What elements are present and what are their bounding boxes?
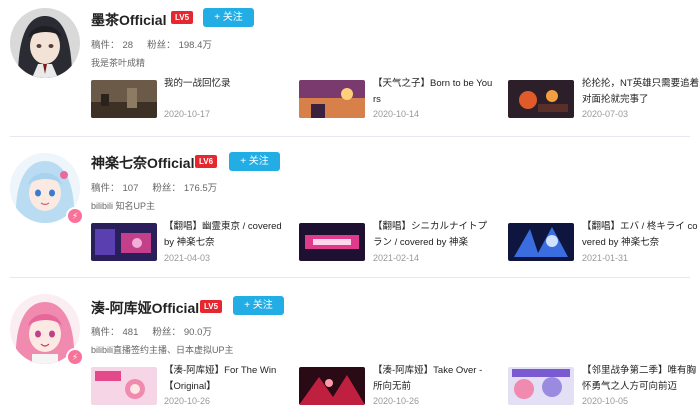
- username[interactable]: 神楽七奈Official: [91, 153, 194, 173]
- video-date: 2020-10-14: [373, 109, 420, 119]
- user-card: ⚡ 湊-阿库娅Official LV5 + 关注 稿件： 481 粉丝： 90.0万 …: [0, 278, 700, 416]
- fans-count: 198.4万: [178, 40, 212, 51]
- video-title[interactable]: 抡抡抡，NT英雄只需要追着对面抡就完事了: [582, 76, 700, 108]
- username[interactable]: 墨茶Official: [91, 10, 166, 30]
- posts-label: 稿件：: [91, 183, 120, 194]
- user-stats: 稿件： 481 粉丝： 90.0万: [91, 324, 215, 338]
- video-thumbnail[interactable]: [91, 223, 157, 261]
- video-title[interactable]: 【翻唱】エバ / 柊キライ covered by 神楽七奈: [582, 219, 700, 251]
- fans-count: 176.5万: [183, 183, 218, 194]
- user-signature: bilibili直播签约主播、日本虚拟UP主: [91, 345, 234, 355]
- video-thumbnail[interactable]: [299, 80, 365, 118]
- video-title[interactable]: 【翻唱】幽霊東京 / covered by 神楽七奈: [164, 219, 284, 251]
- posts-label: 稿件：: [91, 40, 120, 51]
- fans-label: 粉丝：: [147, 40, 176, 51]
- video-thumbnail[interactable]: [508, 367, 574, 405]
- level-badge: LV6: [195, 155, 218, 168]
- video-title[interactable]: 【湊-阿库娅】Take Over - 所向无前: [373, 363, 493, 395]
- level-badge: LV5: [200, 300, 223, 313]
- video-title[interactable]: 【湊-阿库娅】For The Win【Original】: [164, 363, 284, 395]
- user-card: 墨茶Official LV5 + 关注 稿件： 28 粉丝： 198.4万 我是茶叶成…: [0, 0, 700, 136]
- fans-label: 粉丝：: [152, 183, 181, 194]
- user-stats: 稿件： 107 粉丝： 176.5万: [91, 180, 220, 194]
- posts-count: 107: [122, 183, 139, 194]
- video-title[interactable]: 【翻唱】シニカルナイトプラン / covered by 神楽: [373, 219, 493, 251]
- video-thumbnail[interactable]: [508, 80, 574, 118]
- video-title[interactable]: 【邻里战争第二季】唯有胸怀勇气之人方可向前迈: [582, 363, 700, 395]
- verified-badge-icon: ⚡: [66, 207, 84, 225]
- video-date: 2020-10-26: [164, 396, 211, 406]
- follow-button[interactable]: + 关注: [233, 296, 284, 315]
- video-date: 2020-10-05: [582, 396, 629, 406]
- video-thumbnail[interactable]: [91, 80, 157, 118]
- user-signature: bilibili 知名UP主: [91, 201, 156, 211]
- video-date: 2021-02-14: [373, 253, 420, 263]
- video-date: 2020-10-17: [164, 109, 211, 119]
- video-date: 2021-04-03: [164, 253, 211, 263]
- video-title[interactable]: 我的一战回忆录: [164, 76, 284, 92]
- posts-count: 481: [122, 327, 139, 338]
- video-thumbnail[interactable]: [508, 223, 574, 261]
- follow-button[interactable]: + 关注: [229, 152, 280, 171]
- posts-count: 28: [122, 40, 134, 51]
- level-badge: LV5: [171, 11, 194, 24]
- video-thumbnail[interactable]: [91, 367, 157, 405]
- video-title[interactable]: 【天气之子】Born to be Yours: [373, 76, 493, 108]
- video-date: 2020-07-03: [582, 109, 629, 119]
- username[interactable]: 湊-阿库娅Official: [91, 298, 199, 318]
- avatar[interactable]: [10, 8, 80, 78]
- video-date: 2020-10-26: [373, 396, 420, 406]
- verified-badge-icon: ⚡: [66, 348, 84, 366]
- user-signature: 我是茶叶成精: [91, 58, 146, 68]
- user-stats: 稿件： 28 粉丝： 198.4万: [91, 37, 215, 51]
- posts-label: 稿件：: [91, 327, 120, 338]
- fans-count: 90.0万: [183, 327, 212, 338]
- video-thumbnail[interactable]: [299, 223, 365, 261]
- fans-label: 粉丝：: [152, 327, 181, 338]
- video-thumbnail[interactable]: [299, 367, 365, 405]
- follow-button[interactable]: + 关注: [203, 8, 254, 27]
- user-card: ⚡ 神楽七奈Official LV6 + 关注 稿件： 107 粉丝： 176.5万 …: [0, 137, 700, 277]
- video-date: 2021-01-31: [582, 253, 629, 263]
